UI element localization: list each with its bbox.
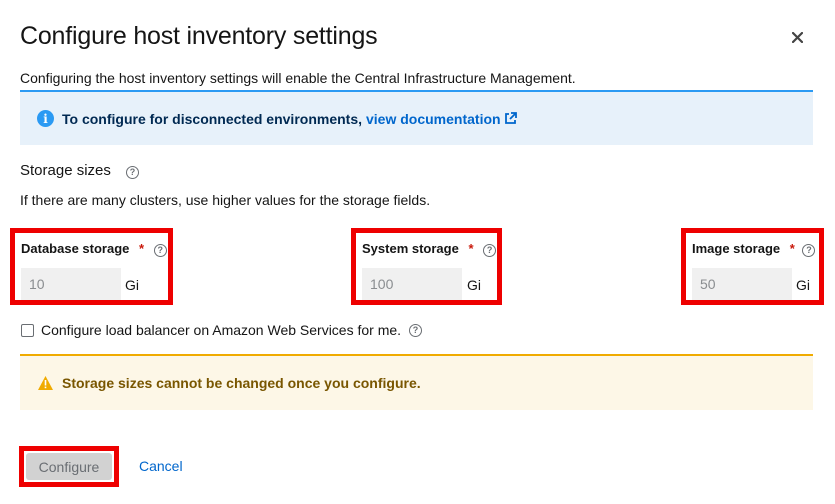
configure-host-inventory-modal: Configure host inventory settings Config… bbox=[0, 0, 835, 504]
database-storage-unit: Gi bbox=[125, 277, 139, 293]
warning-alert: Storage sizes cannot be changed once you… bbox=[20, 354, 813, 410]
info-alert: i To configure for disconnected environm… bbox=[20, 90, 813, 145]
system-storage-field: System storage * ? Gi bbox=[351, 228, 502, 305]
image-storage-label: Image storage * ? bbox=[692, 241, 816, 257]
view-documentation-link[interactable]: view documentation bbox=[366, 111, 517, 127]
system-storage-unit: Gi bbox=[467, 277, 481, 293]
info-circle-icon: i bbox=[37, 110, 54, 127]
storage-sizes-help-icon[interactable]: ? bbox=[126, 166, 139, 179]
load-balancer-help-icon[interactable]: ? bbox=[409, 323, 423, 337]
cancel-button[interactable]: Cancel bbox=[139, 458, 183, 474]
database-storage-field: Database storage * ? Gi bbox=[10, 228, 173, 305]
external-link-icon bbox=[504, 112, 517, 124]
database-storage-help-icon[interactable]: ? bbox=[153, 244, 167, 257]
storage-sizes-description: If there are many clusters, use higher v… bbox=[20, 192, 431, 208]
required-mark: * bbox=[468, 241, 474, 256]
modal-description: Configuring the host inventory settings … bbox=[20, 70, 576, 86]
load-balancer-option: Configure load balancer on Amazon Web Se… bbox=[21, 322, 423, 338]
configure-button[interactable]: Configure bbox=[26, 453, 112, 480]
database-storage-label: Database storage * ? bbox=[21, 241, 167, 257]
image-storage-input[interactable] bbox=[692, 268, 792, 300]
database-storage-input[interactable] bbox=[21, 268, 121, 300]
configure-button-highlight: Configure bbox=[19, 446, 119, 487]
close-button[interactable] bbox=[786, 26, 808, 48]
system-storage-help-icon[interactable]: ? bbox=[483, 244, 497, 257]
load-balancer-checkbox[interactable] bbox=[21, 323, 34, 337]
close-icon bbox=[791, 31, 803, 43]
warning-alert-text: Storage sizes cannot be changed once you… bbox=[62, 375, 421, 391]
system-storage-label: System storage * ? bbox=[362, 241, 497, 257]
image-storage-help-icon[interactable]: ? bbox=[802, 244, 816, 257]
image-storage-field: Image storage * ? Gi bbox=[681, 228, 824, 305]
modal-title: Configure host inventory settings bbox=[20, 22, 378, 50]
view-documentation-link-label: view documentation bbox=[366, 110, 501, 127]
required-mark: * bbox=[789, 241, 795, 256]
required-mark: * bbox=[139, 241, 145, 256]
system-storage-input[interactable] bbox=[362, 268, 462, 300]
warning-triangle-icon bbox=[38, 376, 53, 390]
load-balancer-label[interactable]: Configure load balancer on Amazon Web Se… bbox=[41, 322, 401, 338]
image-storage-unit: Gi bbox=[796, 277, 810, 293]
storage-sizes-title: Storage sizes bbox=[20, 162, 111, 179]
info-alert-text: To configure for disconnected environmen… bbox=[62, 110, 362, 127]
